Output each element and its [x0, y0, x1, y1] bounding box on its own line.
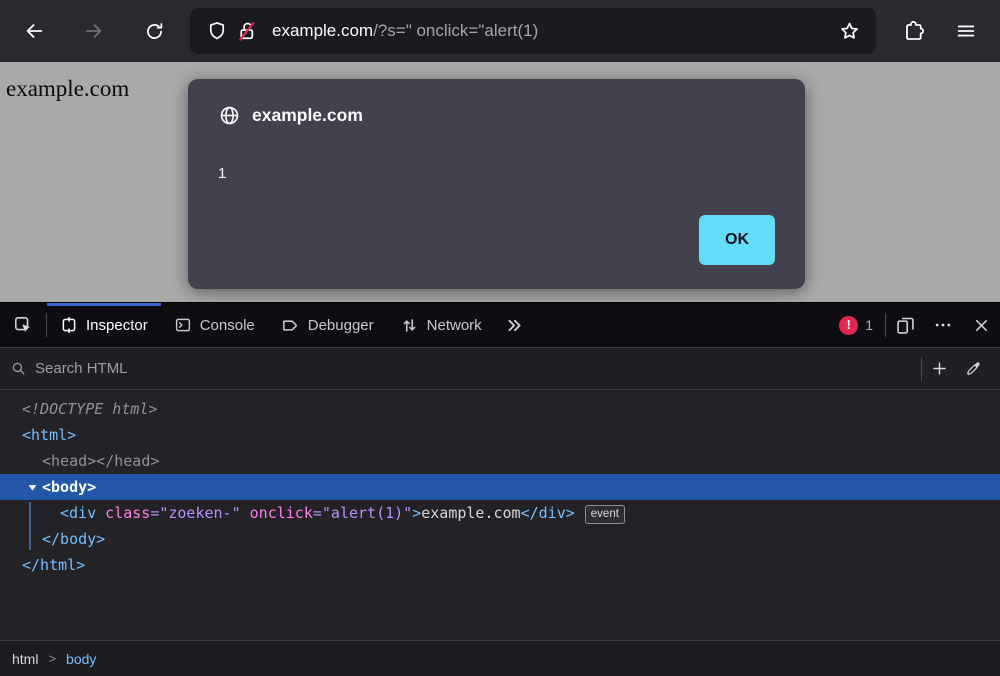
eyedropper-button[interactable] — [956, 348, 990, 389]
tab-label: Debugger — [308, 317, 374, 334]
markup-line-html-close[interactable]: </html> — [0, 552, 1000, 578]
console-icon — [174, 316, 192, 334]
doctype-token: <!DOCTYPE html> — [22, 400, 157, 418]
debugger-icon — [281, 316, 300, 335]
alert-dialog-header: example.com — [218, 104, 775, 127]
responsive-mode-button[interactable] — [886, 303, 924, 347]
div-end-tag: </div> — [521, 504, 575, 522]
back-arrow-icon — [23, 20, 45, 42]
div-text: example.com — [421, 504, 520, 522]
html-close-tag: </html> — [22, 556, 85, 574]
event-badge[interactable]: event — [585, 505, 625, 524]
attr-name-onclick: onclick — [241, 504, 313, 522]
responsive-mode-icon — [895, 315, 916, 336]
breadcrumb-bar: html > body — [0, 640, 1000, 676]
attr-value-class: ="zoeken-" — [150, 504, 240, 522]
puzzle-piece-icon — [902, 19, 926, 43]
markup-line-body-close[interactable]: </body> — [0, 526, 1000, 552]
add-node-button[interactable] — [922, 348, 956, 389]
tab-label: Network — [427, 317, 482, 334]
error-badge[interactable]: ! 1 — [839, 316, 873, 335]
attr-value-onclick: ="alert(1)" — [313, 504, 412, 522]
expand-arrow-icon[interactable] — [22, 482, 42, 493]
url-domain: example.com — [272, 21, 373, 40]
ok-button[interactable]: OK — [699, 215, 775, 265]
alert-dialog: example.com 1 OK — [188, 79, 805, 289]
network-arrows-icon — [400, 316, 419, 335]
div-open-tag: <div — [60, 504, 96, 522]
inspector-icon — [60, 316, 78, 334]
markup-line-doctype[interactable]: <!DOCTYPE html> — [0, 396, 1000, 422]
error-count: 1 — [865, 317, 873, 333]
markup-search-bar — [0, 348, 1000, 390]
hamburger-menu-icon — [955, 20, 977, 42]
url-text: example.com/?s=" onclick="alert(1) — [272, 21, 834, 41]
node-picker-icon — [13, 315, 34, 336]
body-close-tag: </body> — [42, 530, 105, 548]
tab-inspector[interactable]: Inspector — [47, 303, 161, 347]
tab-debugger[interactable]: Debugger — [268, 303, 387, 347]
meatball-menu-icon — [933, 315, 953, 335]
div-bracket-close: > — [412, 504, 421, 522]
more-tabs-button[interactable] — [495, 303, 535, 347]
tab-label: Console — [200, 317, 255, 334]
bookmark-star-icon[interactable] — [834, 16, 864, 46]
tab-network[interactable]: Network — [387, 303, 495, 347]
search-icon — [10, 360, 27, 377]
alert-origin: example.com — [252, 105, 363, 126]
page-content: example.com example.com 1 OK — [0, 62, 1000, 302]
devtools-toolbar: Inspector Console Debugger Network ! 1 — [0, 303, 1000, 348]
tab-label: Inspector — [86, 317, 148, 334]
forward-arrow-icon — [83, 20, 105, 42]
back-button[interactable] — [16, 13, 52, 49]
eyedropper-icon — [964, 360, 982, 378]
page-body-text[interactable]: example.com — [6, 76, 129, 102]
tab-console[interactable]: Console — [161, 303, 268, 347]
indent-guide — [29, 502, 31, 550]
markup-line-html-open[interactable]: <html> — [0, 422, 1000, 448]
double-chevron-icon — [505, 316, 524, 335]
alert-message: 1 — [218, 165, 775, 182]
node-picker-button[interactable] — [0, 303, 46, 347]
markup-view: <!DOCTYPE html> <html> <head></head> <bo… — [0, 390, 1000, 640]
close-icon — [972, 316, 991, 335]
breadcrumb-item-html[interactable]: html — [12, 651, 38, 667]
breadcrumb-item-body[interactable]: body — [66, 651, 96, 667]
head-tags: <head></head> — [42, 452, 159, 470]
reload-icon — [144, 21, 165, 42]
menu-button[interactable] — [948, 13, 984, 49]
markup-line-head[interactable]: <head></head> — [0, 448, 1000, 474]
reload-button[interactable] — [136, 13, 172, 49]
insecure-lock-icon[interactable] — [232, 16, 262, 46]
extensions-button[interactable] — [896, 13, 932, 49]
search-html-input[interactable] — [35, 360, 921, 377]
attr-name-class: class — [96, 504, 150, 522]
shield-icon[interactable] — [202, 16, 232, 46]
markup-line-body-selected[interactable]: <body> — [0, 474, 1000, 500]
close-devtools-button[interactable] — [962, 303, 1000, 347]
body-open-tag: <body> — [42, 474, 96, 500]
url-path: /?s=" onclick="alert(1) — [373, 21, 538, 40]
url-bar[interactable]: example.com/?s=" onclick="alert(1) — [190, 8, 876, 54]
chevron-right-icon: > — [48, 651, 56, 666]
plus-icon — [930, 359, 949, 378]
browser-toolbar: example.com/?s=" onclick="alert(1) — [0, 0, 1000, 62]
html-open-tag: <html> — [22, 426, 76, 444]
firefox-window: example.com/?s=" onclick="alert(1) examp… — [0, 0, 1000, 676]
devtools-panel: Inspector Console Debugger Network ! 1 — [0, 302, 1000, 676]
forward-button[interactable] — [76, 13, 112, 49]
devtools-menu-button[interactable] — [924, 303, 962, 347]
error-icon: ! — [839, 316, 858, 335]
globe-icon — [218, 104, 241, 127]
markup-line-div[interactable]: <div class="zoeken-" onclick="alert(1)">… — [0, 500, 1000, 526]
